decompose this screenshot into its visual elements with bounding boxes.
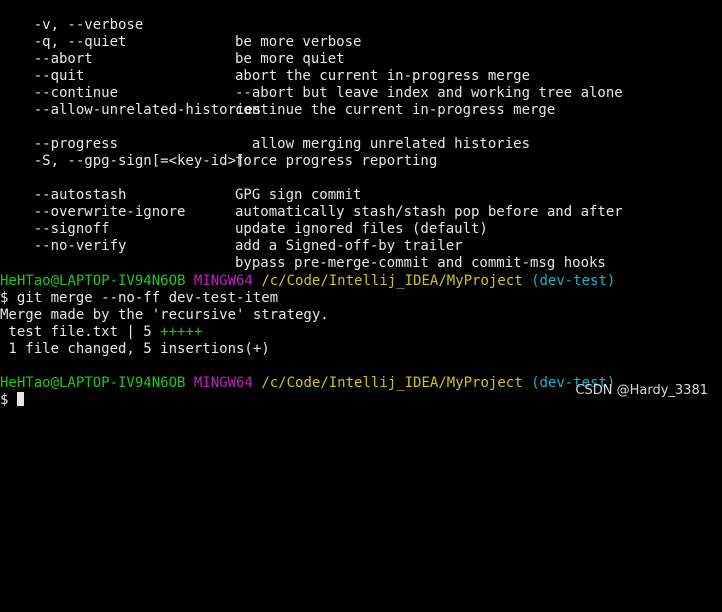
help-description: add a Signed-off-by trailer [235,238,463,254]
file-stat-text: test file.txt | 5 [0,324,161,340]
help-line: --abort abort the current in-progress me… [0,34,530,84]
file-stat-insertions: +++++ [160,324,203,340]
help-description: GPG sign commit [235,187,362,203]
help-description: --abort but leave index and working tree… [235,85,623,101]
help-option: --no-verify [0,238,127,254]
help-description: abort the current in-progress merge [235,68,531,84]
merge-strategy-output: Merge made by the 'recursive' strategy. [0,307,329,323]
prompt-user-host: HeHTao@LAPTOP-IV94N6OB [0,375,186,391]
help-line: GPG sign commit [0,153,361,203]
command-input-line[interactable]: $ [0,392,24,409]
prompt-shell-name: MINGW64 [193,273,253,289]
prompt-shell-name: MINGW64 [193,375,253,391]
help-description: allow merging unrelated histories [235,136,531,152]
terminal-window[interactable]: -v, --verbose be more verbose -q, --quie… [0,0,722,410]
help-description: be more quiet [235,51,345,67]
help-description: continue the current in-progress merge [235,102,556,118]
shell-prompt: HeHTao@LAPTOP-IV94N6OB MINGW64 /c/Code/I… [0,273,615,290]
help-description: force progress reporting [235,153,438,169]
help-line: -S, --gpg-sign[=<key-id>] [0,136,245,169]
help-description: be more verbose [235,34,362,50]
help-line: -q, --quiet be more quiet [0,17,345,67]
help-line: --continue continue the current in-progr… [0,68,556,118]
prompt-path: /c/Code/Intellij_IDEA/MyProject [261,375,523,391]
text-cursor [16,392,24,406]
help-description: automatically stash/stash pop before and… [235,204,623,220]
watermark-text: CSDN @Hardy_3381 [575,383,708,398]
input-prompt-symbol: $ [0,392,17,408]
merge-file-stat: test file.txt | 5 +++++ [0,324,202,341]
command-line: $ git merge --no-ff dev-test-item [0,290,279,306]
help-description: bypass pre-merge-commit and commit-msg h… [235,255,606,271]
help-line: --progress force progress reporting [0,119,438,169]
help-line: -v, --verbose be more verbose [0,0,362,50]
shell-prompt: HeHTao@LAPTOP-IV94N6OB MINGW64 /c/Code/I… [0,375,615,392]
prompt-branch: (dev-test) [531,273,616,289]
help-line: --quit --abort but leave index and worki… [0,51,623,101]
help-line: allow merging unrelated histories [0,102,530,152]
help-line: --overwrite-ignore update ignored files … [0,187,488,237]
prompt-path: /c/Code/Intellij_IDEA/MyProject [261,273,523,289]
help-option: -S, --gpg-sign[=<key-id>] [0,153,245,169]
help-line: --allow-unrelated-histories [0,85,262,118]
help-line: --autostash automatically stash/stash po… [0,170,623,220]
help-line: --signoff add a Signed-off-by trailer [0,204,463,254]
help-option: --allow-unrelated-histories [0,102,262,118]
merge-summary-output: 1 file changed, 5 insertions(+) [0,341,270,357]
help-description: update ignored files (default) [235,221,488,237]
help-line: --no-verify bypass pre-merge-commit and … [0,221,606,271]
prompt-user-host: HeHTao@LAPTOP-IV94N6OB [0,273,186,289]
